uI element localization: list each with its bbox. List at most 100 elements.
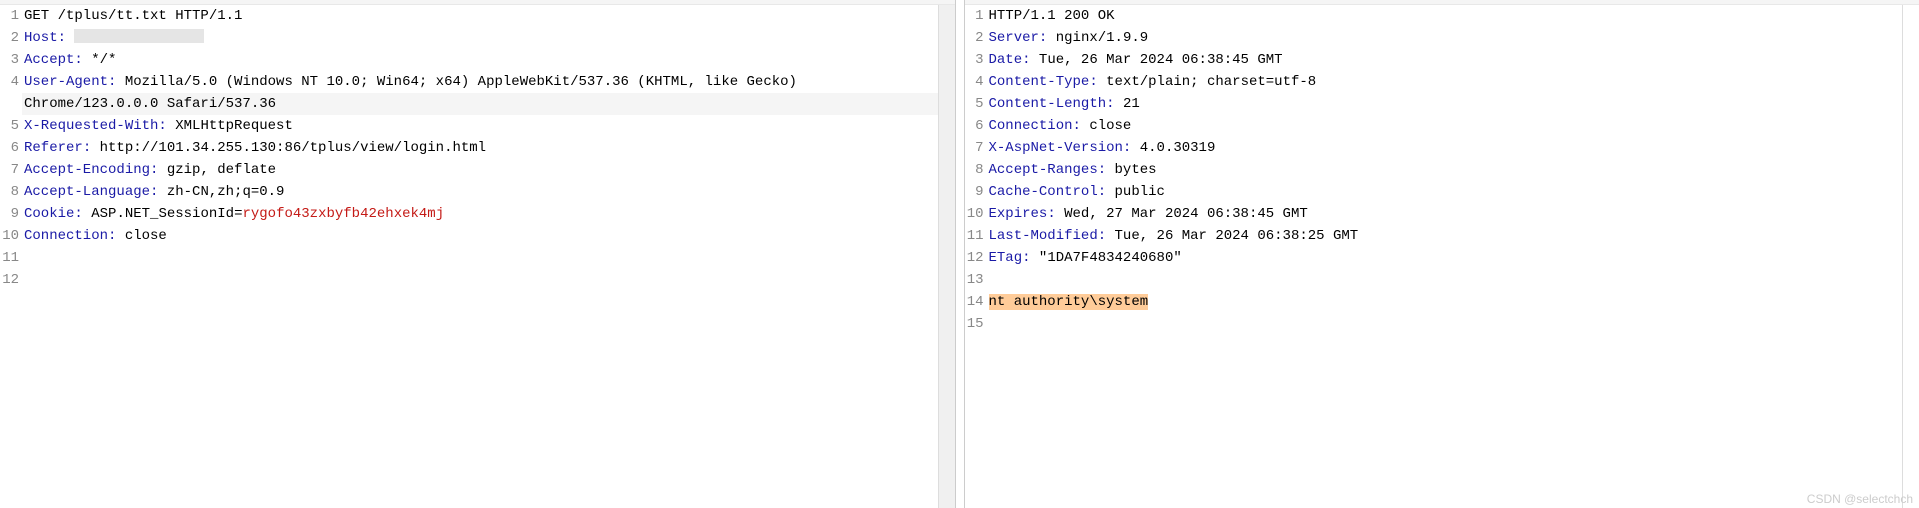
header-key: Cookie <box>24 206 74 222</box>
header-value: */* <box>91 52 116 68</box>
request-line-text: GET /tplus/tt.txt HTTP/1.1 <box>24 8 242 24</box>
cookie-value: rygofo43zxbyfb42ehxek4mj <box>242 206 444 222</box>
header-line: Host: <box>22 27 938 49</box>
header-line: Content-Length: 21 <box>987 93 1903 115</box>
header-line: Content-Type: text/plain; charset=utf-8 <box>987 71 1903 93</box>
header-line: Date: Tue, 26 Mar 2024 06:38:45 GMT <box>987 49 1903 71</box>
header-key: Date <box>989 52 1023 68</box>
header-value: Mozilla/5.0 (Windows NT 10.0; Win64; x64… <box>125 74 806 90</box>
request-scrollbar[interactable] <box>938 5 955 508</box>
response-pane: 123456789101112131415 HTTP/1.1 200 OKSer… <box>965 0 1919 508</box>
header-value: Tue, 26 Mar 2024 06:38:25 GMT <box>1115 228 1359 244</box>
header-key: Server <box>989 30 1039 46</box>
header-value: Tue, 26 Mar 2024 06:38:45 GMT <box>1039 52 1283 68</box>
blank-line <box>987 313 1903 335</box>
header-value: "1DA7F4834240680" <box>1039 250 1182 266</box>
header-key: Content-Length <box>989 96 1107 112</box>
line-number: 5 <box>965 93 987 115</box>
header-key: Host <box>24 30 58 46</box>
header-separator: : <box>108 228 116 244</box>
header-line: Server: nginx/1.9.9 <box>987 27 1903 49</box>
header-key: User-Agent <box>24 74 108 90</box>
header-separator: : <box>1022 52 1030 68</box>
header-value: text/plain; charset=utf-8 <box>1106 74 1316 90</box>
line-number: 8 <box>965 159 987 181</box>
header-value: close <box>125 228 167 244</box>
watermark: CSDN @selectchch <box>1807 492 1913 506</box>
header-key: Accept-Encoding <box>24 162 150 178</box>
header-separator: : <box>74 52 82 68</box>
line-number: 7 <box>0 159 22 181</box>
header-value: 4.0.30319 <box>1140 140 1216 156</box>
response-gutter: 123456789101112131415 <box>965 5 987 508</box>
header-line: Expires: Wed, 27 Mar 2024 06:38:45 GMT <box>987 203 1903 225</box>
header-line: ETag: "1DA7F4834240680" <box>987 247 1903 269</box>
line-number: 4 <box>0 71 22 93</box>
header-separator: : <box>1073 118 1081 134</box>
line-number: 3 <box>965 49 987 71</box>
header-key: Content-Type <box>989 74 1090 90</box>
header-key: Referer <box>24 140 83 156</box>
line-number: 7 <box>965 137 987 159</box>
header-line: Connection: close <box>987 115 1903 137</box>
header-value: 21 <box>1123 96 1140 112</box>
cookie-name: ASP.NET_SessionId <box>91 206 234 222</box>
line-number: 9 <box>0 203 22 225</box>
header-line: Cookie: ASP.NET_SessionId=rygofo43zxbyfb… <box>22 203 938 225</box>
header-separator: : <box>83 140 91 156</box>
header-value: gzip, deflate <box>167 162 276 178</box>
header-separator: : <box>1089 74 1097 90</box>
line-number: 9 <box>965 181 987 203</box>
header-key: Accept <box>24 52 74 68</box>
header-separator: : <box>1047 206 1055 222</box>
header-key: Last-Modified <box>989 228 1098 244</box>
header-separator: : <box>150 184 158 200</box>
header-value: nginx/1.9.9 <box>1056 30 1148 46</box>
header-value: http://101.34.255.130:86/tplus/view/logi… <box>100 140 486 156</box>
line-number: 1 <box>965 5 987 27</box>
line-number: 10 <box>0 225 22 247</box>
request-code[interactable]: GET /tplus/tt.txt HTTP/1.1Host: Accept: … <box>22 5 938 508</box>
response-body-highlighted: nt authority\system <box>987 291 1903 313</box>
line-number: 6 <box>965 115 987 137</box>
header-value: Chrome/123.0.0.0 Safari/537.36 <box>24 96 276 112</box>
blank-line <box>22 269 938 291</box>
header-line: Accept-Language: zh-CN,zh;q=0.9 <box>22 181 938 203</box>
header-separator: : <box>1098 228 1106 244</box>
header-line: Last-Modified: Tue, 26 Mar 2024 06:38:25… <box>987 225 1903 247</box>
header-separator: : <box>1106 96 1114 112</box>
line-number <box>0 93 22 115</box>
line-number: 3 <box>0 49 22 71</box>
redacted-value <box>74 29 204 43</box>
line-number: 12 <box>965 247 987 269</box>
header-separator: : <box>1022 250 1030 266</box>
header-line-wrap: Chrome/123.0.0.0 Safari/537.36 <box>22 93 938 115</box>
line-number: 2 <box>965 27 987 49</box>
response-code[interactable]: HTTP/1.1 200 OKServer: nginx/1.9.9Date: … <box>987 5 1903 508</box>
header-value: Wed, 27 Mar 2024 06:38:45 GMT <box>1064 206 1308 222</box>
header-value: public <box>1115 184 1165 200</box>
pane-divider[interactable] <box>955 0 965 508</box>
header-line: X-AspNet-Version: 4.0.30319 <box>987 137 1903 159</box>
header-separator: : <box>150 162 158 178</box>
request-gutter: 123456789101112 <box>0 5 22 508</box>
line-number: 15 <box>965 313 987 335</box>
header-line: User-Agent: Mozilla/5.0 (Windows NT 10.0… <box>22 71 938 93</box>
header-separator: : <box>1098 162 1106 178</box>
header-key: ETag <box>989 250 1023 266</box>
response-start-line: HTTP/1.1 200 OK <box>987 5 1903 27</box>
header-value: close <box>1089 118 1131 134</box>
line-number: 5 <box>0 115 22 137</box>
blank-line <box>22 247 938 269</box>
line-number: 4 <box>965 71 987 93</box>
header-key: X-AspNet-Version <box>989 140 1123 156</box>
header-key: X-Requested-With <box>24 118 158 134</box>
header-key: Accept-Ranges <box>989 162 1098 178</box>
line-number: 1 <box>0 5 22 27</box>
response-scrollbar[interactable] <box>1902 5 1919 508</box>
header-line: Accept-Encoding: gzip, deflate <box>22 159 938 181</box>
response-body-line <box>987 269 1903 291</box>
header-line: Connection: close <box>22 225 938 247</box>
header-separator: : <box>108 74 116 90</box>
header-line: Referer: http://101.34.255.130:86/tplus/… <box>22 137 938 159</box>
